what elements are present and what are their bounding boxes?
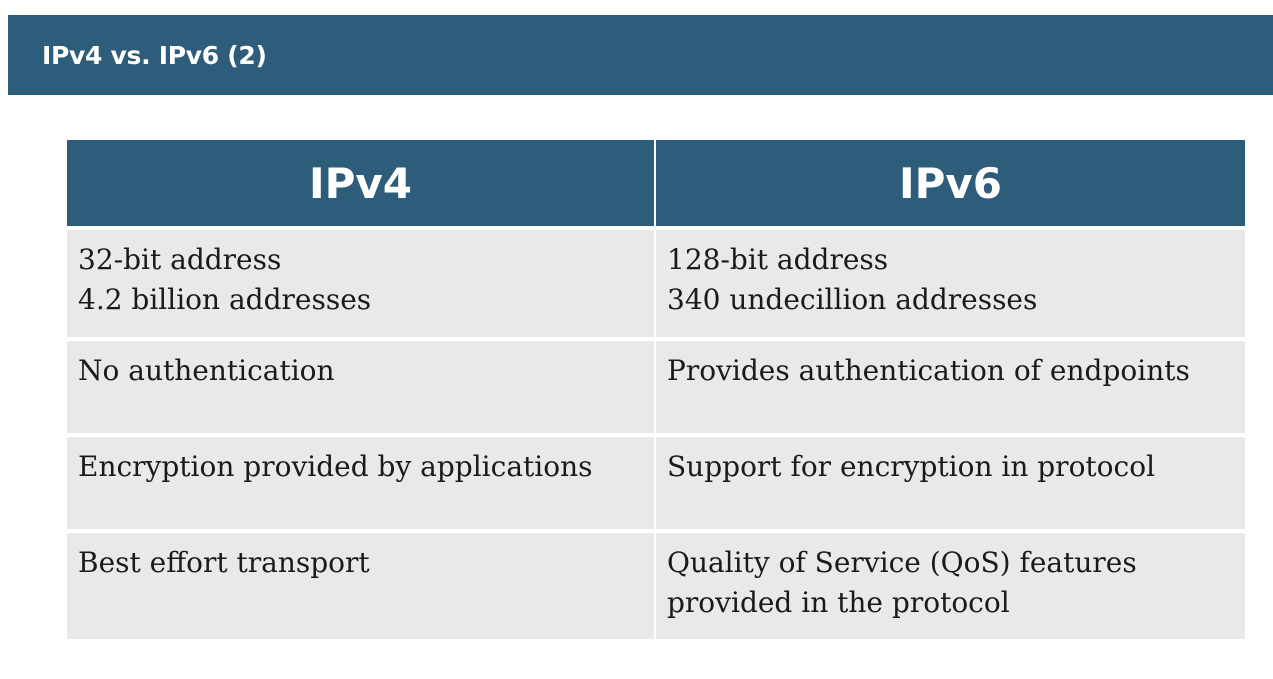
cell-ipv4-encryption: Encryption provided by applications (67, 433, 656, 529)
cell-line: No authentication (78, 354, 335, 387)
cell-ipv4-transport: Best effort transport (67, 529, 656, 639)
cell-line: 128-bit address (667, 243, 889, 276)
cell-line: 340 undecillion addresses (667, 283, 1038, 316)
slide: IPv4 vs. IPv6 (2) IPv4 IPv6 32-bit addre… (0, 0, 1273, 679)
cell-line: Support for encryption in protocol (667, 450, 1156, 483)
table-row: 32-bit address 4.2 billion addresses 128… (67, 226, 1245, 337)
cell-ipv6-address: 128-bit address 340 undecillion addresse… (656, 226, 1245, 337)
cell-ipv4-address: 32-bit address 4.2 billion addresses (67, 226, 656, 337)
comparison-table: IPv4 IPv6 32-bit address 4.2 billion add… (67, 140, 1245, 639)
header-ipv6: IPv6 (656, 140, 1245, 226)
cell-line: Provides authentication of endpoints (667, 354, 1190, 387)
table-row: No authentication Provides authenticatio… (67, 337, 1245, 433)
cell-line: 4.2 billion addresses (78, 283, 372, 316)
cell-line: Best effort transport (78, 546, 370, 579)
cell-line: Encryption provided by applications (78, 450, 593, 483)
cell-line: 32-bit address (78, 243, 282, 276)
cell-ipv4-authentication: No authentication (67, 337, 656, 433)
table-row: Encryption provided by applications Supp… (67, 433, 1245, 529)
cell-line: Quality of Service (QoS) features (667, 546, 1137, 579)
cell-ipv6-authentication: Provides authentication of endpoints (656, 337, 1245, 433)
title-bar: IPv4 vs. IPv6 (2) (8, 15, 1273, 95)
cell-ipv6-encryption: Support for encryption in protocol (656, 433, 1245, 529)
table-header-row: IPv4 IPv6 (67, 140, 1245, 226)
header-ipv4: IPv4 (67, 140, 656, 226)
slide-title: IPv4 vs. IPv6 (2) (42, 40, 267, 70)
table-row: Best effort transport Quality of Service… (67, 529, 1245, 639)
cell-ipv6-qos: Quality of Service (QoS) features provid… (656, 529, 1245, 639)
cell-line: provided in the protocol (667, 586, 1010, 619)
